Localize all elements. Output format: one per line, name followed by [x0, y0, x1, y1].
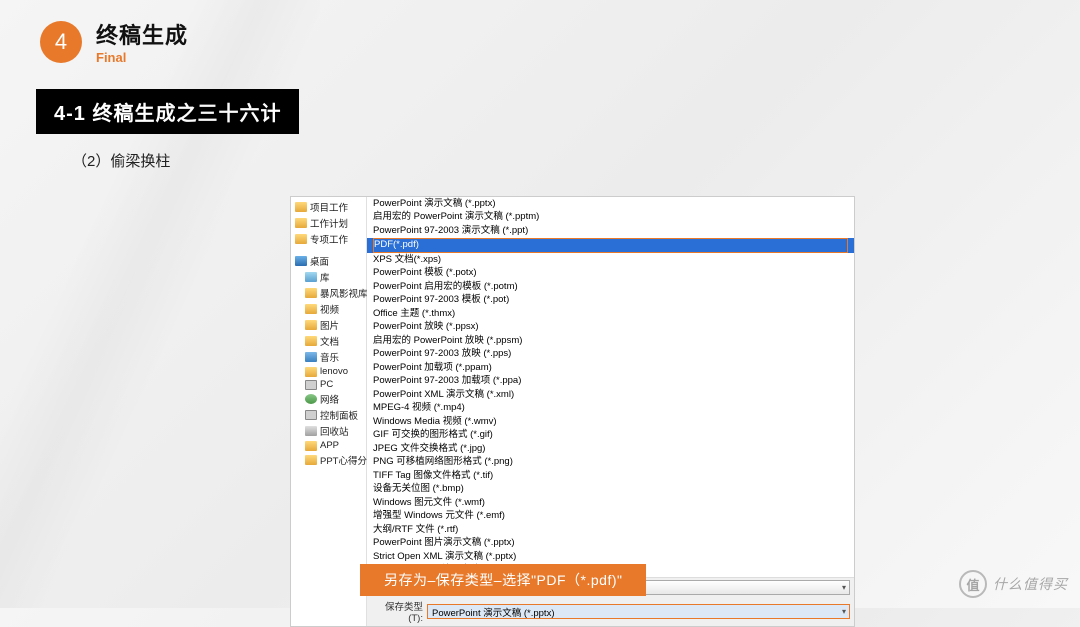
folder-icon — [295, 234, 307, 244]
file-type-option[interactable]: 启用宏的 PowerPoint 演示文稿 (*.pptm) — [367, 211, 854, 225]
folder-tree[interactable]: 项目工作 工作计划 专项工作 桌面 库 暴风影视库 视频 图片 文档 音乐 le… — [291, 197, 367, 626]
folder-icon — [305, 304, 317, 314]
library-icon — [305, 272, 317, 282]
file-type-option[interactable]: PowerPoint 97-2003 放映 (*.pps) — [367, 348, 854, 362]
file-type-option[interactable]: PowerPoint XML 演示文稿 (*.xml) — [367, 388, 854, 402]
tree-pc[interactable]: PC — [291, 378, 366, 391]
file-type-option[interactable]: Office 主题 (*.thmx) — [367, 307, 854, 321]
save-type-row: 保存类型(T): PowerPoint 演示文稿 (*.pptx) — [367, 597, 854, 626]
file-type-list[interactable]: PowerPoint 演示文稿 (*.pptx)启用宏的 PowerPoint … — [367, 197, 854, 577]
file-type-option[interactable]: PowerPoint 放映 (*.ppsx) — [367, 321, 854, 335]
slide-header: 4 终稿生成 Final — [0, 0, 1080, 65]
tree-item[interactable]: 暴风影视库 — [291, 285, 366, 301]
file-type-option[interactable]: PowerPoint 模板 (*.potx) — [367, 267, 854, 281]
file-type-option[interactable]: PowerPoint 97-2003 演示文稿 (*.ppt) — [367, 224, 854, 238]
file-type-option[interactable]: PowerPoint 97-2003 模板 (*.pot) — [367, 294, 854, 308]
file-type-option[interactable]: PowerPoint 加载项 (*.ppam) — [367, 361, 854, 375]
folder-icon — [305, 336, 317, 346]
section-number-badge: 4 — [40, 21, 82, 63]
tree-libraries[interactable]: 库 — [291, 269, 366, 285]
tree-item[interactable]: 音乐 — [291, 349, 366, 365]
section-title-bar: 4-1 终稿生成之三十六计 — [36, 89, 299, 134]
tree-desktop[interactable]: 桌面 — [291, 253, 366, 269]
file-type-option[interactable]: MPEG-4 视频 (*.mp4) — [367, 402, 854, 416]
tree-item[interactable]: 图片 — [291, 317, 366, 333]
file-type-option[interactable]: Windows Media 视频 (*.wmv) — [367, 415, 854, 429]
header-subtitle: Final — [96, 50, 188, 65]
folder-icon — [305, 320, 317, 330]
file-type-option[interactable]: 增强型 Windows 元文件 (*.emf) — [367, 510, 854, 524]
file-type-option[interactable]: 启用宏的 PowerPoint 放映 (*.ppsm) — [367, 334, 854, 348]
save-type-combo[interactable]: PowerPoint 演示文稿 (*.pptx) — [427, 604, 850, 619]
tree-folder[interactable]: 项目工作 — [291, 199, 366, 215]
watermark: 值 什么值得买 — [959, 570, 1068, 598]
folder-icon — [295, 202, 307, 212]
tree-item[interactable]: 视频 — [291, 301, 366, 317]
header-title: 终稿生成 — [96, 18, 188, 50]
tree-item[interactable]: 文档 — [291, 333, 366, 349]
file-type-option[interactable]: 设备无关位图 (*.bmp) — [367, 483, 854, 497]
file-type-option[interactable]: GIF 可交换的图形格式 (*.gif) — [367, 429, 854, 443]
save-as-dialog: 项目工作 工作计划 专项工作 桌面 库 暴风影视库 视频 图片 文档 音乐 le… — [290, 196, 855, 627]
control-panel-icon — [305, 410, 317, 420]
file-type-option[interactable]: PowerPoint 演示文稿 (*.pptx) — [367, 197, 854, 211]
file-type-option[interactable]: PowerPoint 图片演示文稿 (*.pptx) — [367, 537, 854, 551]
tree-item[interactable]: lenovo — [291, 365, 366, 378]
tree-recycle[interactable]: 回收站 — [291, 423, 366, 439]
music-icon — [305, 352, 317, 362]
network-icon — [305, 394, 317, 404]
save-type-label: 保存类型(T): — [371, 599, 423, 624]
tree-folder[interactable]: 专项工作 — [291, 231, 366, 247]
file-type-option[interactable]: XPS 文档(*.xps) — [367, 253, 854, 267]
desktop-icon — [295, 256, 307, 266]
file-type-option[interactable]: JPEG 文件交换格式 (*.jpg) — [367, 442, 854, 456]
folder-icon — [305, 455, 317, 465]
file-type-option[interactable]: PDF(*.pdf) — [367, 238, 854, 254]
tree-control-panel[interactable]: 控制面板 — [291, 407, 366, 423]
subsection-label: （2）偷梁换柱 — [72, 150, 1080, 171]
header-text: 终稿生成 Final — [96, 18, 188, 65]
tree-network[interactable]: 网络 — [291, 391, 366, 407]
recycle-icon — [305, 426, 317, 436]
file-type-option[interactable]: PowerPoint 97-2003 加载项 (*.ppa) — [367, 375, 854, 389]
file-type-option[interactable]: PNG 可移植网络图形格式 (*.png) — [367, 456, 854, 470]
file-type-option[interactable]: 大纲/RTF 文件 (*.rtf) — [367, 523, 854, 537]
file-type-option[interactable]: TIFF Tag 图像文件格式 (*.tif) — [367, 469, 854, 483]
watermark-text: 什么值得买 — [993, 574, 1068, 594]
tree-folder[interactable]: 工作计划 — [291, 215, 366, 231]
file-type-option[interactable]: PowerPoint 启用宏的模板 (*.potm) — [367, 280, 854, 294]
pc-icon — [305, 380, 317, 390]
tree-item[interactable]: PPT心得分享 — [291, 452, 366, 468]
file-type-pane: PowerPoint 演示文稿 (*.pptx)启用宏的 PowerPoint … — [367, 197, 854, 626]
instruction-banner: 另存为–保存类型–选择"PDF（*.pdf)" — [360, 564, 646, 596]
file-type-option[interactable]: Strict Open XML 演示文稿 (*.pptx) — [367, 550, 854, 564]
folder-icon — [305, 288, 317, 298]
watermark-icon: 值 — [959, 570, 987, 598]
folder-icon — [305, 367, 317, 377]
file-type-option[interactable]: Windows 图元文件 (*.wmf) — [367, 496, 854, 510]
folder-icon — [305, 441, 317, 451]
tree-item[interactable]: APP — [291, 439, 366, 452]
folder-icon — [295, 218, 307, 228]
